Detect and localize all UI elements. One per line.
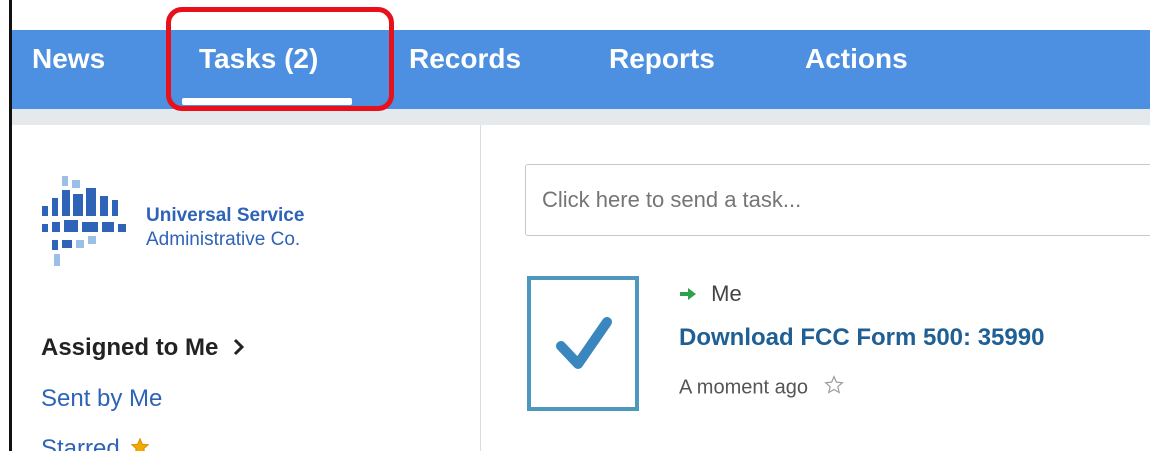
sidebar-item-sent-by-me[interactable]: Sent by Me [41,385,162,413]
logo-line-1: Universal Service [146,205,305,226]
chevron-right-icon [233,335,245,363]
app-frame: News Tasks (2) Records Reports Actions U… [9,0,1150,451]
tab-actions[interactable]: Actions [805,30,908,109]
task-title-link[interactable]: Download FCC Form 500: 35990 [679,324,1044,352]
star-outline-icon[interactable] [823,375,844,401]
sidebar-item-label: Assigned to Me [41,334,219,361]
usac-logo-mark [42,176,126,266]
star-filled-icon [130,436,150,451]
task-time-label: A moment ago [679,376,808,399]
tab-reports[interactable]: Reports [609,30,715,109]
arrow-right-icon [679,282,699,308]
sidebar-item-starred[interactable]: Starred [41,435,150,451]
sidebar-item-label: Sent by Me [41,385,163,412]
sidebar-item-label: Starred [41,435,120,451]
usac-logo: Universal Service Administrative Co. [40,170,340,270]
task-assignee-label: Me [711,281,742,306]
sidebar-item-assigned-to-me[interactable]: Assigned to Me [41,334,245,363]
task-complete-checkbox[interactable] [527,276,639,411]
toolbar-strip [12,109,1150,125]
tab-records[interactable]: Records [409,30,521,109]
tab-news[interactable]: News [32,30,105,109]
task-timestamp: A moment ago [679,375,844,401]
checkmark-icon [556,317,612,369]
send-task-input[interactable] [525,164,1150,236]
sidebar: Universal Service Administrative Co. Ass… [12,125,481,451]
task-assignee: Me [679,281,742,308]
logo-text: Universal Service Administrative Co. [146,204,304,252]
logo-line-2: Administrative Co. [146,229,301,250]
tasks-tab-highlight [166,7,394,111]
task-panel: Me Download FCC Form 500: 35990 A moment… [481,125,1150,451]
